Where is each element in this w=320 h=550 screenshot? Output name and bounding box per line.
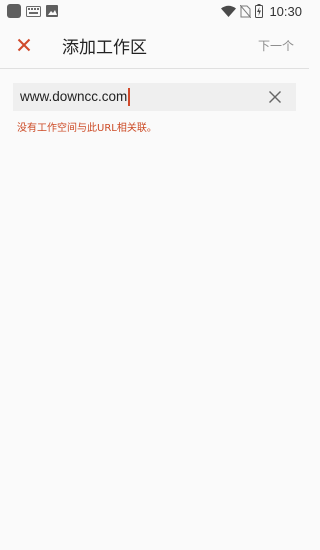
status-bar: 10:30 xyxy=(0,0,309,22)
error-message: 没有工作空间与此URL相关联。 xyxy=(17,123,157,134)
page-title: 添加工作区 xyxy=(62,37,147,58)
clear-icon xyxy=(269,91,281,103)
status-time: 10:30 xyxy=(269,3,302,19)
square-icon xyxy=(7,4,21,18)
wifi-icon xyxy=(221,5,237,17)
no-sim-icon xyxy=(240,4,252,18)
workspace-url-value: www.downcc.com xyxy=(20,89,128,104)
app-bar: 添加工作区 下一个 xyxy=(0,22,309,69)
keyboard-icon xyxy=(26,5,41,17)
close-icon xyxy=(17,38,31,52)
text-caret xyxy=(128,88,130,106)
close-button[interactable] xyxy=(7,28,41,62)
image-icon xyxy=(46,5,58,17)
clear-button[interactable] xyxy=(267,89,283,105)
workspace-url-field[interactable]: www.downcc.com xyxy=(13,83,296,111)
workspace-url-input[interactable]: www.downcc.com xyxy=(13,83,130,111)
battery-charging-icon xyxy=(255,4,264,18)
next-button[interactable]: 下一个 xyxy=(258,37,294,54)
